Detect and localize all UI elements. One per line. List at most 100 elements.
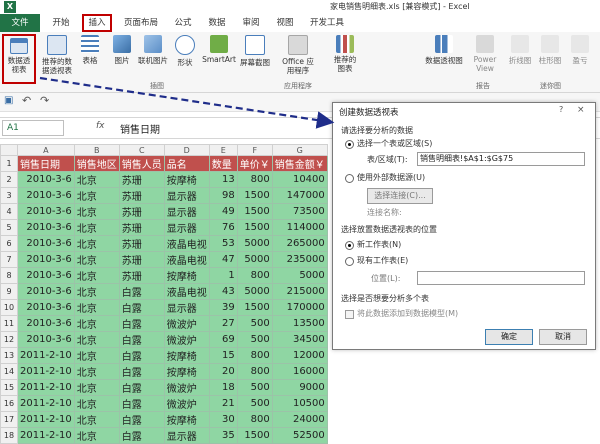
table-button[interactable]: 表格 [78,35,102,66]
table-cell[interactable]: 21 [208,395,238,412]
table-cell[interactable]: 235000 [271,251,328,268]
row-number[interactable]: 6 [0,235,18,252]
shapes-button[interactable]: 形状 [172,35,198,68]
undo-icon[interactable]: ↶ [22,94,31,107]
screenshot-button[interactable]: 屏幕截图 [238,35,272,68]
table-cell[interactable]: 5000 [271,267,328,284]
tab-data[interactable]: 数据 [202,14,232,32]
table-cell[interactable]: 1 [208,267,238,284]
table-cell[interactable]: 1500 [236,299,273,316]
table-cell[interactable]: 液晶电视 [163,235,210,252]
row-number[interactable]: 14 [0,363,18,380]
column-header[interactable]: A [17,144,75,156]
table-cell[interactable]: 15 [208,347,238,364]
location-input[interactable] [417,271,585,285]
table-cell[interactable]: 2011-2-10 [17,379,75,396]
table-cell[interactable]: 北京 [73,219,120,236]
table-cell[interactable]: 2010-3-6 [17,251,75,268]
table-cell[interactable]: 13500 [271,315,328,332]
save-icon[interactable]: ▣ [4,95,13,106]
table-cell[interactable]: 1500 [236,427,273,444]
table-cell[interactable]: 34500 [271,331,328,348]
table-cell[interactable]: 显示器 [163,203,210,220]
smartart-button[interactable]: SmartArt [200,35,238,64]
row-number[interactable]: 8 [0,267,18,284]
table-cell[interactable]: 白露 [118,299,165,316]
table-cell[interactable]: 按摩椅 [163,267,210,284]
table-cell[interactable]: 液晶电视 [163,251,210,268]
table-cell[interactable]: 显示器 [163,187,210,204]
table-cell[interactable]: 北京 [73,283,120,300]
table-cell[interactable]: 500 [236,379,273,396]
table-cell[interactable]: 苏珊 [118,235,165,252]
header-cell[interactable]: 品名 [163,155,210,172]
picture-button[interactable]: 图片 [110,35,134,66]
table-cell[interactable]: 2010-3-6 [17,299,75,316]
table-cell[interactable]: 215000 [271,283,328,300]
table-cell[interactable]: 北京 [73,267,120,284]
name-box[interactable]: A1 [2,120,64,136]
row-number[interactable]: 11 [0,315,18,332]
table-cell[interactable]: 10500 [271,395,328,412]
table-cell[interactable]: 北京 [73,251,120,268]
header-cell[interactable]: 销售人员 [118,155,165,172]
table-cell[interactable]: 49 [208,203,238,220]
row-number[interactable]: 18 [0,427,18,444]
table-cell[interactable]: 1500 [236,203,273,220]
table-cell[interactable]: 12000 [271,347,328,364]
table-cell[interactable]: 27 [208,315,238,332]
table-cell[interactable]: 按摩椅 [163,411,210,428]
table-cell[interactable]: 北京 [73,379,120,396]
table-cell[interactable]: 147000 [271,187,328,204]
table-cell[interactable]: 800 [236,411,273,428]
table-cell[interactable]: 47 [208,251,238,268]
row-number[interactable]: 15 [0,379,18,396]
row-number[interactable]: 12 [0,331,18,348]
table-cell[interactable]: 2011-2-10 [17,395,75,412]
table-cell[interactable]: 5000 [236,251,273,268]
row-number[interactable]: 7 [0,251,18,268]
table-cell[interactable]: 43 [208,283,238,300]
tab-page-layout[interactable]: 页面布局 [116,14,166,32]
table-cell[interactable]: 苏珊 [118,187,165,204]
table-cell[interactable]: 微波炉 [163,315,210,332]
pivot-chart-button[interactable]: 数据透视图 [422,35,466,66]
table-cell[interactable]: 30 [208,411,238,428]
select-all-corner[interactable] [0,144,18,156]
table-cell[interactable]: 9000 [271,379,328,396]
table-cell[interactable]: 北京 [73,411,120,428]
formula-input[interactable]: 销售日期 [120,121,160,136]
table-cell[interactable]: 73500 [271,203,328,220]
table-cell[interactable]: 苏珊 [118,171,165,188]
tab-formulas[interactable]: 公式 [168,14,198,32]
table-cell[interactable]: 2011-2-10 [17,347,75,364]
table-cell[interactable]: 白露 [118,347,165,364]
table-cell[interactable]: 白露 [118,315,165,332]
table-cell[interactable]: 白露 [118,283,165,300]
row-number[interactable]: 17 [0,411,18,428]
table-cell[interactable]: 北京 [73,331,120,348]
fx-icon[interactable]: fx [96,121,105,131]
column-header[interactable]: E [208,144,238,156]
recommended-charts-button[interactable]: 推荐的图表 [330,35,360,73]
table-cell[interactable]: 13 [208,171,238,188]
row-number[interactable]: 3 [0,187,18,204]
table-cell[interactable]: 265000 [271,235,328,252]
table-cell[interactable]: 16000 [271,363,328,380]
table-cell[interactable]: 2010-3-6 [17,219,75,236]
redo-icon[interactable]: ↷ [40,94,49,107]
table-cell[interactable]: 500 [236,395,273,412]
table-cell[interactable]: 2010-3-6 [17,267,75,284]
table-cell[interactable]: 2011-2-10 [17,427,75,444]
table-cell[interactable]: 52500 [271,427,328,444]
table-cell[interactable]: 微波炉 [163,379,210,396]
table-cell[interactable]: 白露 [118,331,165,348]
header-cell[interactable]: 单价￥ [236,155,273,172]
table-cell[interactable]: 北京 [73,427,120,444]
tab-developer[interactable]: 开发工具 [304,14,350,32]
table-cell[interactable]: 170000 [271,299,328,316]
table-cell[interactable]: 2010-3-6 [17,187,75,204]
office-apps-button[interactable]: Office 应用程序 [280,35,316,75]
table-cell[interactable]: 18 [208,379,238,396]
row-number[interactable]: 5 [0,219,18,236]
